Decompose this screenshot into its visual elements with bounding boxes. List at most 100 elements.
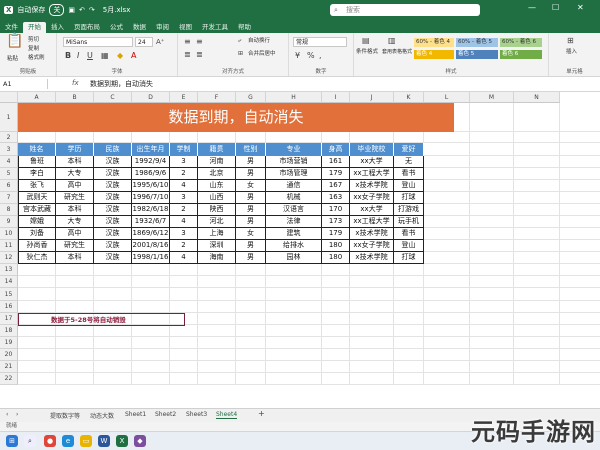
table-cell[interactable]: 3 [170, 156, 198, 168]
table-cell[interactable]: x技术学院 [350, 180, 394, 192]
column-header-I[interactable]: I [322, 92, 350, 103]
table-cell[interactable]: 北京 [198, 168, 236, 180]
table-cell[interactable]: 男 [236, 168, 266, 180]
table-cell[interactable]: 河北 [198, 216, 236, 228]
table-cell[interactable]: 本科 [56, 156, 94, 168]
table-cell[interactable]: 打球 [394, 252, 424, 264]
grow-font-icon[interactable]: A⁺ [156, 37, 164, 47]
row-header-5[interactable]: 5 [0, 168, 18, 180]
close-icon[interactable]: ✕ [577, 3, 584, 12]
number-format-select[interactable]: 常规 [293, 37, 347, 47]
table-cell[interactable]: 深圳 [198, 240, 236, 252]
table-cell[interactable]: 武则天 [18, 192, 56, 204]
copy-button[interactable]: 复制 [28, 45, 39, 53]
menu-item-7[interactable]: 视图 [174, 22, 197, 33]
table-cell[interactable]: 通信 [266, 180, 322, 192]
row-header-10[interactable]: 10 [0, 228, 18, 240]
table-cell[interactable]: 汉族 [94, 228, 132, 240]
header-cell[interactable]: 专业 [266, 143, 322, 156]
format-painter-button[interactable]: 格式刷 [28, 54, 45, 62]
row-header-17[interactable]: 17 [0, 313, 18, 325]
table-cell[interactable]: 1982/6/18 [132, 204, 170, 216]
row-header-7[interactable]: 7 [0, 192, 18, 204]
align-top-icon[interactable]: ≡ [184, 37, 191, 47]
sheet-tab-3[interactable]: Sheet2 [155, 411, 176, 418]
row-header-9[interactable]: 9 [0, 216, 18, 228]
row-header-16[interactable]: 16 [0, 301, 18, 313]
expiry-note-cell[interactable]: 数据于5-28号将自动销毁 [18, 313, 185, 326]
table-cell[interactable]: 4 [170, 252, 198, 264]
table-cell[interactable]: xx工程大学 [350, 168, 394, 180]
header-cell[interactable]: 毕业院校 [350, 143, 394, 156]
row-header-13[interactable]: 13 [0, 264, 18, 276]
table-cell[interactable]: 鲁班 [18, 156, 56, 168]
table-cell[interactable]: 汉族 [94, 252, 132, 264]
table-cell[interactable]: 高中 [56, 228, 94, 240]
select-all-corner[interactable] [0, 92, 18, 103]
table-cell[interactable]: 法律 [266, 216, 322, 228]
table-cell[interactable]: 无 [394, 156, 424, 168]
maximize-icon[interactable]: ☐ [552, 3, 559, 12]
table-format-button[interactable]: 套用表格格式 [382, 48, 412, 56]
menu-item-3[interactable]: 页面布局 [69, 22, 105, 33]
header-cell[interactable]: 性别 [236, 143, 266, 156]
menu-item-0[interactable]: 文件 [0, 22, 23, 33]
header-cell[interactable]: 学制 [170, 143, 198, 156]
table-cell[interactable]: 2 [170, 240, 198, 252]
column-header-B[interactable]: B [56, 92, 94, 103]
table-cell[interactable]: 孙尚香 [18, 240, 56, 252]
column-header-A[interactable]: A [18, 92, 56, 103]
align-center-icon[interactable]: ≣ [196, 50, 203, 60]
table-cell[interactable]: 179 [322, 168, 350, 180]
sheet-tab-0[interactable]: 提取数字等 [50, 411, 80, 420]
column-header-J[interactable]: J [350, 92, 394, 103]
spreadsheet-grid[interactable]: A B C D E F G H I J K L M N 1 2 3 4 5 6 7 8 9 10 11 12 13 14 15 16 17 1… [0, 92, 600, 408]
table-cell[interactable]: 刘备 [18, 228, 56, 240]
column-header-H[interactable]: H [266, 92, 322, 103]
table-cell[interactable]: 180 [322, 240, 350, 252]
table-cell[interactable]: 大专 [56, 216, 94, 228]
chrome-icon[interactable]: ● [44, 435, 56, 447]
table-cell[interactable]: 汉族 [94, 180, 132, 192]
conditional-format-button[interactable]: 条件格式 [356, 48, 378, 56]
table-cell[interactable]: 看书 [394, 168, 424, 180]
table-cell[interactable]: 本科 [56, 252, 94, 264]
redo-icon[interactable]: ↷ [89, 6, 95, 14]
table-cell[interactable]: 李白 [18, 168, 56, 180]
table-cell[interactable]: 汉族 [94, 204, 132, 216]
menu-item-9[interactable]: 帮助 [233, 22, 256, 33]
merge-center-button[interactable]: 合并后居中 [248, 50, 276, 58]
table-cell[interactable]: xx工程大学 [350, 216, 394, 228]
table-cell[interactable]: 市场管理 [266, 168, 322, 180]
column-header-D[interactable]: D [132, 92, 170, 103]
table-cell[interactable]: 161 [322, 156, 350, 168]
word-icon[interactable]: W [98, 435, 110, 447]
table-cell[interactable]: 男 [236, 216, 266, 228]
table-cell[interactable]: 180 [322, 252, 350, 264]
table-cell[interactable]: 汉族 [94, 216, 132, 228]
table-cell[interactable]: 给排水 [266, 240, 322, 252]
table-cell[interactable]: xx大学 [350, 204, 394, 216]
table-cell[interactable]: 研究生 [56, 240, 94, 252]
table-format-icon[interactable]: ▥ [388, 36, 396, 46]
next-sheet-icon[interactable]: › [16, 411, 18, 418]
table-cell[interactable]: 男 [236, 156, 266, 168]
table-cell[interactable]: 170 [322, 204, 350, 216]
column-header-K[interactable]: K [394, 92, 424, 103]
row-header-11[interactable]: 11 [0, 240, 18, 252]
table-cell[interactable]: 1869/6/12 [132, 228, 170, 240]
font-size-select[interactable]: 24 [135, 37, 153, 47]
table-cell[interactable]: 2 [170, 204, 198, 216]
row-header-1[interactable]: 1 [0, 103, 18, 132]
column-header-C[interactable]: C [94, 92, 132, 103]
header-cell[interactable]: 姓名 [18, 143, 56, 156]
row-header-15[interactable]: 15 [0, 288, 18, 301]
table-cell[interactable]: 1986/9/6 [132, 168, 170, 180]
table-cell[interactable]: 宫本武藏 [18, 204, 56, 216]
header-cell[interactable]: 身高 [322, 143, 350, 156]
table-cell[interactable]: xx女子学院 [350, 192, 394, 204]
table-cell[interactable]: x技术学院 [350, 252, 394, 264]
table-cell[interactable]: 本科 [56, 204, 94, 216]
merge-icon[interactable]: ⊞ [238, 49, 243, 59]
row-header-2[interactable]: 2 [0, 132, 18, 143]
